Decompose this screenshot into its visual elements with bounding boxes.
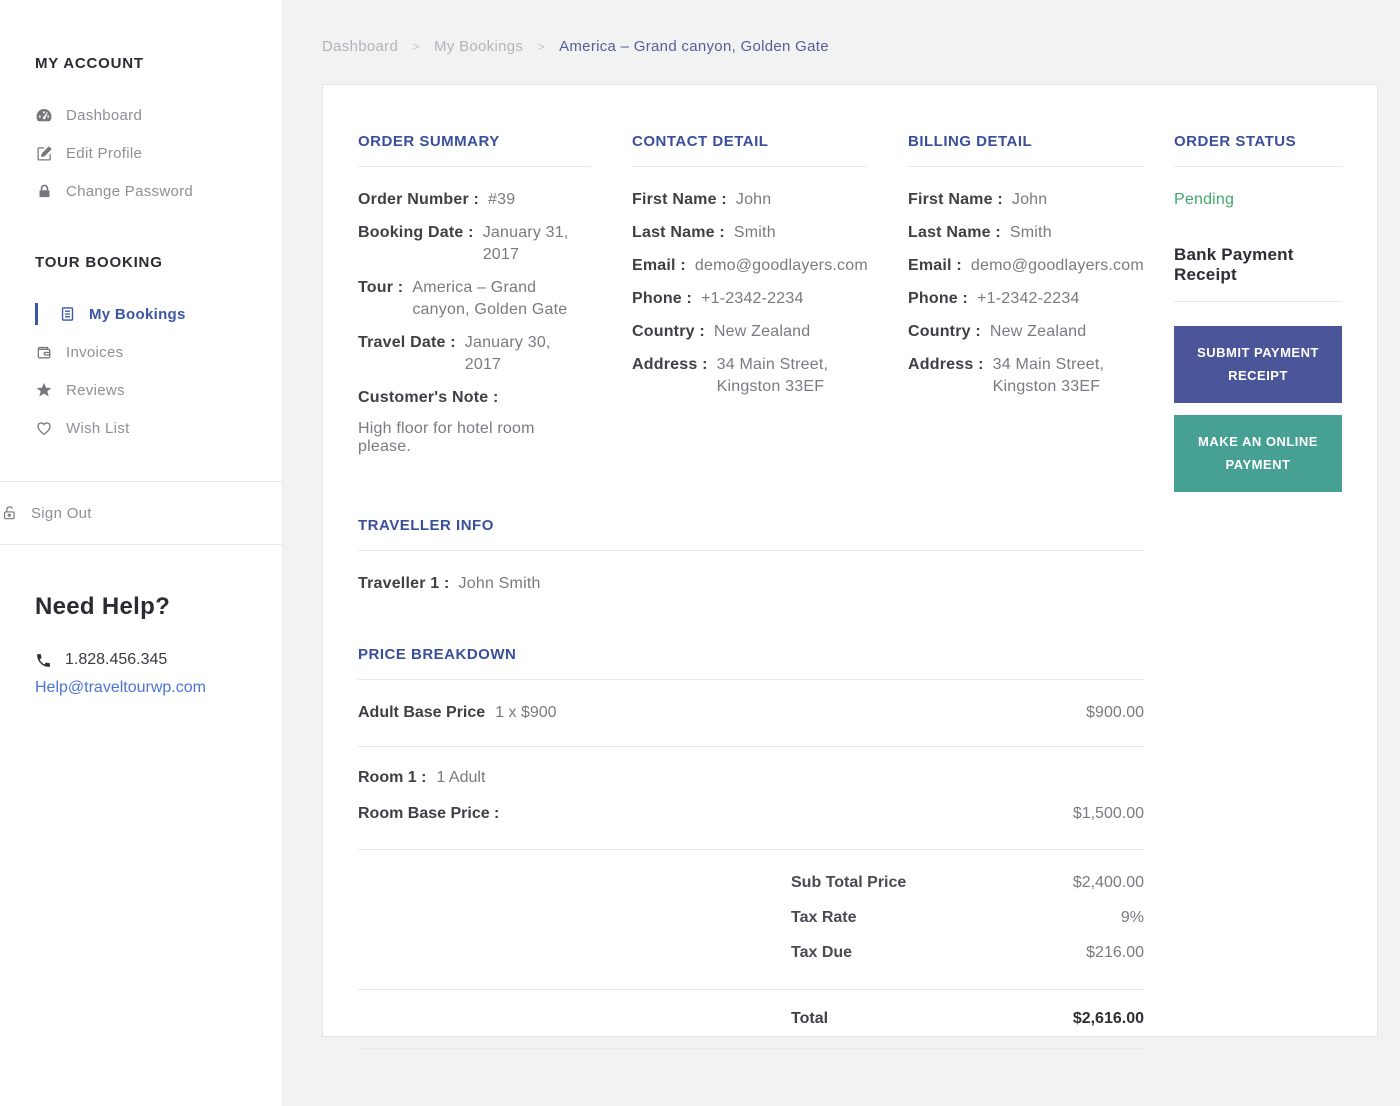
adult-base-price-row: Adult Base Price 1 x $900 $900.00 [358,680,1144,747]
last-name-row: Last Name : Smith [632,224,776,241]
lock-icon [35,182,53,200]
room-base-price-amount: $1,500.00 [1072,805,1144,822]
help-phone-number: 1.828.456.345 [65,651,168,668]
bank-payment-receipt-heading: Bank Payment Receipt [1174,245,1294,284]
sidebar-item-label: Sign Out [31,504,92,522]
section-divider [1174,301,1342,302]
adult-base-price-amount: $900.00 [1086,704,1144,721]
travel-date-row: Travel Date : January 30, 2017 [358,334,551,373]
room-occupancy-row: Room 1 : 1 Adult [358,769,486,786]
customer-note-label-row: Customer's Note : [358,389,499,406]
phone-row: Phone : +1-2342-2234 [908,290,1080,307]
contact-detail-section: CONTACT DETAIL First Name : John Last Na… [632,133,868,460]
need-help-title: Need Help? [35,593,171,620]
tax-rate-row: Tax Rate 9% [791,909,1144,926]
order-status-title: ORDER STATUS [1174,133,1297,150]
phone-row: Phone : +1-2342-2234 [632,290,804,307]
page: MY ACCOUNT Dashboard Edit Profile Change… [0,0,1400,1106]
sidebar-item-dashboard[interactable]: Dashboard [35,96,254,134]
need-help-section: Need Help? 1.828.456.345 Help@traveltour… [0,593,282,697]
traveller-row: Traveller 1 : John Smith [358,575,541,592]
section-divider [908,166,1144,167]
sidebar-item-label: Edit Profile [66,144,143,162]
edit-pencil-icon [35,144,53,162]
section-divider [358,166,591,167]
last-name-row: Last Name : Smith [908,224,1052,241]
tour-booking-list: My Bookings Invoices Reviews Wish List [35,295,254,447]
order-status-section: ORDER STATUS Pending Bank Payment Receip… [1174,133,1342,492]
booking-date-row: Booking Date : January 31, 2017 [358,224,569,263]
traveller-info-section: TRAVELLER INFO Traveller 1 : John Smith [358,517,1144,595]
totals-block: Sub Total Price $2,400.00 Tax Rate 9% Ta… [358,850,1144,1049]
sidebar-item-label: Change Password [66,182,194,200]
sidebar-item-wish-list[interactable]: Wish List [35,409,254,447]
wallet-icon [35,343,53,361]
sidebar-item-sign-out[interactable]: Sign Out [0,488,282,538]
phone-icon [35,652,52,669]
tax-due-row: Tax Due $216.00 [791,944,1144,961]
order-number-row: Order Number : #39 [358,191,516,208]
my-account-title: MY ACCOUNT [35,55,144,72]
unlock-icon [0,504,18,522]
tour-row: Tour : America – Grand canyon, Golden Ga… [358,277,591,321]
breadcrumb-my-bookings[interactable]: My Bookings [434,38,523,55]
country-row: Country : New Zealand [908,323,1087,340]
sidebar-divider [0,544,282,545]
sidebar-item-my-bookings[interactable]: My Bookings [35,295,254,333]
breadcrumb-current: America – Grand canyon, Golden Gate [559,38,829,55]
customer-note-text: High floor for hotel room please. [358,420,535,455]
billing-detail-section: BILLING DETAIL First Name : John Last Na… [908,133,1144,460]
billing-detail-title: BILLING DETAIL [908,133,1033,150]
heart-icon [35,419,53,437]
main-content: Dashboard > My Bookings > America – Gran… [283,0,1400,1106]
email-row: Email : demo@goodlayers.com [632,257,868,274]
sidebar-item-change-password[interactable]: Change Password [35,172,254,210]
active-indicator-bar [35,303,38,325]
traveller-info-title: TRAVELLER INFO [358,517,494,534]
breadcrumb-dashboard[interactable]: Dashboard [322,38,398,55]
order-summary-title: ORDER SUMMARY [358,133,500,150]
price-breakdown-title: PRICE BREAKDOWN [358,646,517,663]
tour-booking-title: TOUR BOOKING [35,254,163,271]
first-name-row: First Name : John [632,191,772,208]
country-row: Country : New Zealand [632,323,811,340]
sidebar-item-label: Dashboard [66,106,143,124]
bookings-list-icon [58,305,76,323]
sidebar-item-label: My Bookings [89,305,186,323]
dashboard-gauge-icon [35,106,53,124]
section-divider [1174,166,1342,167]
contact-detail-title: CONTACT DETAIL [632,133,769,150]
help-email-link[interactable]: Help@traveltourwp.com [35,679,254,697]
make-online-payment-button[interactable]: MAKE AN ONLINE PAYMENT [1174,414,1342,492]
tour-link[interactable]: America – Grand canyon, Golden Gate [412,277,591,321]
address-row: Address : 34 Main Street, Kingston 33EF [632,356,829,395]
email-row: Email : demo@goodlayers.com [908,257,1144,274]
my-account-list: Dashboard Edit Profile Change Password [35,96,254,210]
sidebar-item-reviews[interactable]: Reviews [35,371,254,409]
star-icon [35,381,53,399]
address-row: Address : 34 Main Street, Kingston 33EF [908,356,1105,395]
sidebar: MY ACCOUNT Dashboard Edit Profile Change… [0,0,283,1106]
total-row: Total $2,616.00 [358,990,1144,1049]
price-breakdown-section: PRICE BREAKDOWN Adult Base Price 1 x $90… [358,646,1144,1049]
section-divider [358,550,1144,551]
status-badge: Pending [1174,191,1235,208]
sidebar-item-label: Invoices [66,343,124,361]
breadcrumb: Dashboard > My Bookings > America – Gran… [322,38,1378,55]
sidebar-item-edit-profile[interactable]: Edit Profile [35,134,254,172]
sidebar-item-label: Reviews [66,381,125,399]
sub-total-row: Sub Total Price $2,400.00 [791,874,1144,891]
breadcrumb-separator-icon: > [537,39,546,54]
breadcrumb-separator-icon: > [412,39,420,54]
submit-payment-receipt-button[interactable]: SUBMIT PAYMENT RECEIPT [1174,326,1342,403]
booking-detail-card: ORDER SUMMARY Order Number : #39 Booking… [322,84,1378,1049]
sidebar-item-invoices[interactable]: Invoices [35,333,254,371]
sidebar-item-label: Wish List [66,419,130,437]
section-divider [632,166,867,167]
first-name-row: First Name : John [908,191,1048,208]
order-summary-section: ORDER SUMMARY Order Number : #39 Booking… [358,133,591,460]
total-amount: $2,616.00 [1072,1010,1144,1027]
room-base-price-row: Room Base Price : $1,500.00 [358,805,1144,822]
room-block: Room 1 : 1 Adult Room Base Price : $1,50… [358,747,1144,850]
